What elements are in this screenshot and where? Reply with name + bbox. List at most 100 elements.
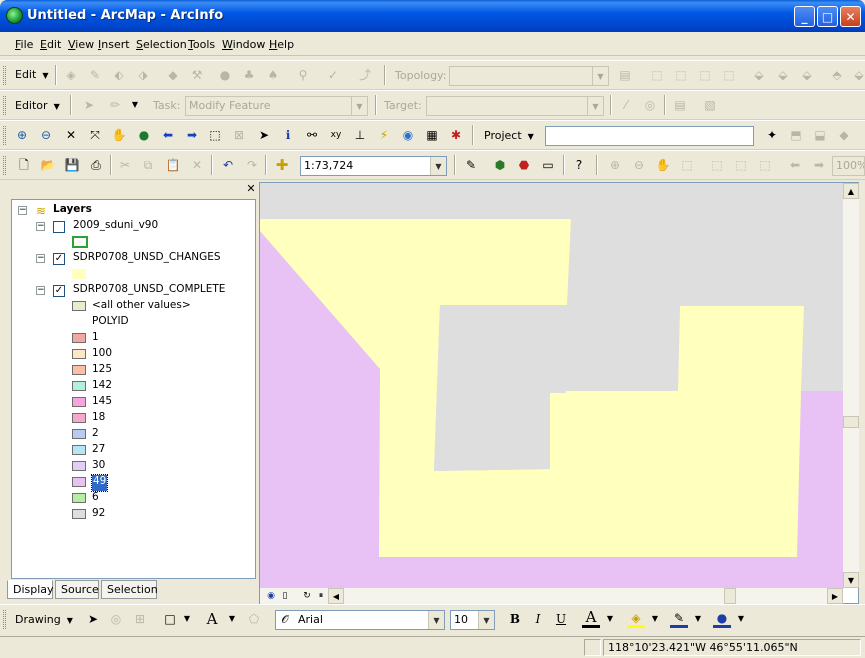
chevron-down-icon[interactable]: ▼ [351,97,367,115]
project-menu-button[interactable]: Project ▼ [484,129,534,149]
map-canvas[interactable] [260,183,843,588]
legend-swatch[interactable] [72,429,86,439]
zoom-percent-select[interactable]: 100% [832,156,865,176]
gray-hole-polygon[interactable] [434,305,567,471]
cluster-tolerance-icon[interactable]: ◈ [62,66,80,84]
chevron-down-icon[interactable]: ▼ [126,96,144,114]
layer-visibility-checkbox[interactable]: ✓ [53,285,65,297]
fixed-zoom-in-icon[interactable]: ✕ [62,126,80,144]
topology-layers-icon[interactable]: ▤ [616,66,634,84]
build-topology-icon[interactable]: ● [216,66,234,84]
fixed-zoom-in-layout-icon[interactable]: ⬚ [708,156,726,174]
line-color-icon[interactable]: ✎ [670,610,688,628]
toolbar-grip[interactable] [3,610,6,629]
chevron-down-icon[interactable]: ▼ [592,67,608,85]
fixed-zoom-out-icon[interactable]: ⤧ [86,126,104,144]
toolbar-grip[interactable] [3,126,6,145]
maximize-button[interactable]: □ [817,6,838,27]
drawing-menu-button[interactable]: Drawing ▼ [15,613,73,633]
select-features-icon[interactable]: ⬚ [206,126,224,144]
tab-selection[interactable]: Selection [101,580,158,599]
fixed-zoom-out-layout-icon[interactable]: ⬚ [732,156,750,174]
chevron-down-icon[interactable]: ▼ [478,611,494,629]
chevron-down-icon[interactable]: ▼ [689,610,707,628]
time-slider-icon[interactable]: ▦ [423,126,441,144]
copy-icon[interactable]: ⧉ [139,156,157,174]
split-polygons-icon[interactable]: ♠ [264,66,282,84]
minimize-button[interactable]: _ [794,6,815,27]
menu-view[interactable]: View [68,38,94,51]
forward-arrow-icon[interactable]: ➡ [183,126,201,144]
find-binoculars-icon[interactable]: ⚯ [303,126,321,144]
pan-hand-icon[interactable]: ✋ [110,126,128,144]
chevron-down-icon[interactable]: ▼ [178,610,196,628]
font-color-icon[interactable]: A [582,610,600,628]
legend-swatch[interactable] [72,509,86,519]
go-to-xy-icon[interactable]: xy [327,126,345,144]
construct-features-icon[interactable]: ♣ [240,66,258,84]
legend-swatch[interactable] [72,461,86,471]
collapse-icon[interactable]: − [18,206,27,215]
edit-menu-button[interactable]: Edit ▼ [15,68,48,88]
legend-class-label[interactable]: 92 [92,507,105,523]
shared-feature-icon[interactable]: ⬖ [110,66,128,84]
map-display[interactable]: ▲ ▼ ◉ ▯ ↻ ⏸ ◀ ▶ [259,182,859,604]
title-bar[interactable]: Untitled - ArcMap - ArcInfo _ □ ✕ [0,0,865,32]
legend-class-label[interactable]: 1 [92,331,99,347]
close-icon[interactable]: ✕ [245,183,257,195]
fix-error-icon[interactable]: ⬙ [750,66,768,84]
select-elements-icon[interactable]: ➤ [255,126,273,144]
validate-extent-icon[interactable]: ⬚ [648,66,666,84]
vertical-scrollbar[interactable]: ▲ ▼ [843,183,859,588]
shared-vertex-icon[interactable]: ⬗ [134,66,152,84]
fix-topology-icon[interactable]: ⤴ [356,66,374,84]
validate-entire-icon[interactable]: ⬚ [672,66,690,84]
scroll-down-icon[interactable]: ▼ [843,572,859,588]
legend-swatch[interactable] [72,333,86,343]
project-input[interactable] [545,126,754,146]
chevron-down-icon[interactable]: ▼ [732,610,750,628]
arcmap-globe-icon[interactable] [6,7,23,24]
chevron-down-icon[interactable]: ▼ [587,97,603,115]
new-document-icon[interactable]: 🗋 [15,156,33,174]
error-summary-icon[interactable]: ⬙ [798,66,816,84]
zoom-whole-page-icon[interactable]: ⬚ [678,156,696,174]
text-tool-icon[interactable]: A [203,610,221,628]
chevron-down-icon[interactable]: ▼ [428,611,444,629]
redo-icon[interactable]: ↷ [243,156,261,174]
layer-visibility-checkbox[interactable] [53,221,65,233]
toc-tree[interactable]: − ≋ Layers − 2009_sduni_v90 − ✓ SDRP0708… [11,199,256,579]
legend-swatch[interactable] [72,397,86,407]
italic-icon[interactable]: I [529,610,547,628]
whats-this-help-icon[interactable]: ? [570,156,588,174]
edit-vertices-icon[interactable]: ⬠ [245,610,263,628]
identify-icon[interactable]: ℹ [279,126,297,144]
task-select[interactable]: Modify Feature ▼ [185,96,368,116]
chevron-down-icon[interactable]: ▼ [601,610,619,628]
legend-class-label[interactable]: 6 [92,491,99,507]
project-layers-icon[interactable]: ⬓ [811,126,829,144]
validate-icon[interactable]: ✓ [324,66,342,84]
delete-icon[interactable]: ✕ [188,156,206,174]
map-topology-icon[interactable]: ✎ [86,66,104,84]
tab-display[interactable]: Display [7,580,54,599]
legend-swatch[interactable] [72,413,86,423]
collapse-icon[interactable]: − [36,254,45,263]
previous-extent-icon[interactable]: ⬅ [786,156,804,174]
legend-class-label[interactable]: 18 [92,411,105,427]
select-elements-icon[interactable]: ➤ [84,610,102,628]
menu-window[interactable]: Window [222,38,265,51]
print-icon[interactable]: ⎙ [87,156,105,174]
layout-view-icon[interactable]: ▯ [276,587,294,605]
rectangle-tool-icon[interactable]: □ [161,610,179,628]
legend-swatch[interactable] [72,493,86,503]
horizontal-scrollbar[interactable]: ◉ ▯ ↻ ⏸ ◀ ▶ [260,588,843,604]
attributes-icon[interactable]: ▤ [671,96,689,114]
layer-visibility-checkbox[interactable]: ✓ [53,253,65,265]
h-scroll-thumb[interactable] [724,588,736,604]
legend-swatch[interactable] [72,381,86,391]
legend-swatch[interactable] [72,477,86,487]
map-scale-select[interactable]: 1:73,724 ▼ [300,156,447,176]
scroll-up-icon[interactable]: ▲ [843,183,859,199]
toolbar-grip[interactable] [3,156,6,175]
